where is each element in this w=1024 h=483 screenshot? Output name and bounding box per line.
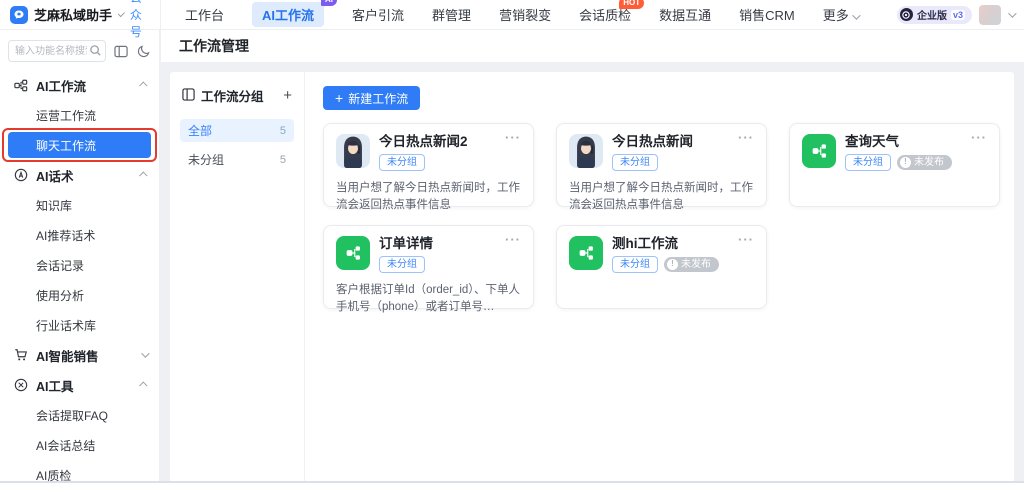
- sidebar-item-usage-analysis[interactable]: 使用分析: [0, 280, 159, 310]
- brand[interactable]: 芝麻私域助手 公众号: [0, 0, 160, 40]
- card-description: 当用户想了解今日热点新闻时，工作流会返回热点事件信息: [336, 180, 521, 215]
- group-badge: 未分组: [379, 256, 425, 273]
- nav-item-customer-acquisition[interactable]: 客户引流: [352, 5, 404, 24]
- workflow-avatar-image: [336, 134, 370, 168]
- card-menu-icon[interactable]: ···: [505, 130, 521, 145]
- sidebar-item-knowledge-base[interactable]: 知识库: [0, 190, 159, 220]
- group-count: 5: [280, 125, 286, 137]
- workflow-groups-panel: 工作流分组 + 全部 5 未分组 5: [170, 72, 305, 483]
- cart-icon: [14, 348, 28, 362]
- sidebar-section-ai-workflow[interactable]: AI工作流: [0, 70, 159, 100]
- tools-icon: [14, 378, 28, 392]
- main-nav: 工作台 AI工作流AI 客户引流 群管理 营销裂变 会话质检HOT 数据互通 销…: [160, 0, 858, 30]
- groups-title: 工作流分组: [201, 86, 277, 105]
- plan-badge[interactable]: 企业版 v3: [897, 6, 972, 24]
- workflow-cards-area: + 新建工作流 今日热点新闻2 未分组 ··· 当: [305, 72, 1014, 483]
- nav-item-workbench[interactable]: 工作台: [185, 5, 224, 24]
- exclamation-icon: !: [900, 157, 911, 168]
- app-title: 芝麻私域助手: [34, 5, 112, 24]
- workflow-node-icon: [569, 236, 603, 270]
- group-count: 5: [280, 154, 286, 166]
- workflow-panel: 工作流分组 + 全部 5 未分组 5 + 新建工作流 今: [170, 72, 1014, 483]
- collapse-sidebar-icon[interactable]: [114, 45, 129, 58]
- nav-item-marketing-fission[interactable]: 营销裂变: [499, 5, 551, 24]
- exclamation-icon: !: [667, 259, 678, 270]
- nav-item-sales-crm[interactable]: 销售CRM: [739, 5, 795, 24]
- sidebar-section-ai-smart-sales[interactable]: AI智能销售: [0, 340, 159, 370]
- plan-logo-icon: [900, 8, 913, 21]
- script-a-icon: [14, 168, 28, 182]
- nav-item-data-exchange[interactable]: 数据互通: [659, 5, 711, 24]
- chevron-down-icon: [853, 11, 861, 19]
- card-description: 当用户想了解今日热点新闻时，工作流会返回热点事件信息: [569, 180, 754, 215]
- sidebar-item-ai-recommended-scripts[interactable]: AI推荐话术: [0, 220, 159, 250]
- create-workflow-button[interactable]: + 新建工作流: [323, 86, 420, 110]
- group-badge: 未分组: [845, 154, 891, 171]
- workflow-node-icon: [336, 236, 370, 270]
- card-title: 今日热点新闻: [612, 134, 693, 150]
- topbar: 芝麻私域助手 公众号 工作台 AI工作流AI 客户引流 群管理 营销裂变 会话质…: [0, 0, 1024, 30]
- workflow-node-icon: [802, 134, 836, 168]
- group-item-all[interactable]: 全部 5: [180, 119, 294, 142]
- nav-item-conversation-qc[interactable]: 会话质检HOT: [579, 5, 631, 24]
- sidebar-item-conversation-records[interactable]: 会话记录: [0, 250, 159, 280]
- workflow-card[interactable]: 今日热点新闻 未分组 ··· 当用户想了解今日热点新闻时，工作流会返回热点事件信…: [556, 123, 767, 207]
- workflow-card[interactable]: 查询天气 未分组 !未发布 ···: [789, 123, 1000, 207]
- nav-item-ai-workflow[interactable]: AI工作流AI: [252, 2, 324, 27]
- workflow-card[interactable]: 今日热点新闻2 未分组 ··· 当用户想了解今日热点新闻时，工作流会返回热点事件…: [323, 123, 534, 207]
- topbar-right: 企业版 v3: [897, 5, 1024, 25]
- ai-badge: AI: [321, 0, 337, 6]
- workflow-card[interactable]: 测hi工作流 未分组 !未发布 ···: [556, 225, 767, 309]
- add-group-button[interactable]: +: [283, 88, 292, 103]
- sidebar-item-chat-workflow[interactable]: 聊天工作流: [8, 132, 151, 158]
- nav-item-group-management[interactable]: 群管理: [432, 5, 471, 24]
- groups-grid-icon: [182, 88, 195, 104]
- card-menu-icon[interactable]: ···: [505, 232, 521, 247]
- unpublished-badge: !未发布: [664, 257, 719, 272]
- chevron-down-icon[interactable]: [1008, 9, 1016, 17]
- unpublished-badge: !未发布: [897, 155, 952, 170]
- plus-icon: +: [335, 91, 343, 105]
- sidebar-section-ai-tools[interactable]: AI工具: [0, 370, 159, 400]
- workflow-avatar-image: [569, 134, 603, 168]
- sidebar-item-faq-extraction[interactable]: 会话提取FAQ: [0, 400, 159, 430]
- groups-header: 工作流分组 +: [180, 86, 294, 105]
- avatar[interactable]: [979, 5, 1001, 25]
- sidebar-search: [8, 40, 106, 62]
- sidebar-item-ai-quality-check[interactable]: AI质检: [0, 460, 159, 483]
- card-menu-icon[interactable]: ···: [971, 130, 987, 145]
- workflow-icon: [14, 79, 28, 92]
- sidebar: AI工作流 运营工作流 聊天工作流 AI话术 知识库 AI推荐话术 会话记录 使…: [0, 30, 160, 481]
- workflow-card[interactable]: 订单详情 未分组 ··· 客户根据订单Id（order_id）、下单人手机号（p…: [323, 225, 534, 309]
- dark-mode-icon[interactable]: [137, 44, 151, 58]
- sidebar-item-chat-workflow-wrap: 聊天工作流: [0, 130, 159, 160]
- sidebar-item-operation-workflow[interactable]: 运营工作流: [0, 100, 159, 130]
- app-logo-icon: [10, 6, 28, 24]
- sidebar-item-ai-conversation-summary[interactable]: AI会话总结: [0, 430, 159, 460]
- chevron-down-icon: [141, 349, 149, 357]
- workflow-cards-grid: 今日热点新闻2 未分组 ··· 当用户想了解今日热点新闻时，工作流会返回热点事件…: [323, 123, 1000, 309]
- sidebar-item-industry-script-library[interactable]: 行业话术库: [0, 310, 159, 340]
- page-header: 工作流管理: [161, 30, 1024, 62]
- group-badge: 未分组: [612, 256, 658, 273]
- nav-item-more[interactable]: 更多: [823, 5, 859, 24]
- chevron-down-icon: [118, 10, 125, 17]
- card-title: 今日热点新闻2: [379, 134, 468, 150]
- card-menu-icon[interactable]: ···: [738, 232, 754, 247]
- plan-version: v3: [951, 10, 965, 20]
- page-title: 工作流管理: [179, 36, 249, 56]
- search-icon: [89, 44, 102, 60]
- card-description: 客户根据订单Id（order_id）、下单人手机号（phone）或者订单号（or…: [336, 282, 521, 317]
- account-type-link[interactable]: 公众号: [130, 0, 150, 40]
- card-title: 测hi工作流: [612, 236, 719, 252]
- hot-badge: HOT: [619, 0, 644, 9]
- group-badge: 未分组: [612, 154, 658, 171]
- sidebar-menu: AI工作流 运营工作流 聊天工作流 AI话术 知识库 AI推荐话术 会话记录 使…: [0, 70, 159, 483]
- group-item-ungrouped[interactable]: 未分组 5: [180, 148, 294, 171]
- card-title: 查询天气: [845, 134, 952, 150]
- sidebar-section-ai-scripts[interactable]: AI话术: [0, 160, 159, 190]
- group-badge: 未分组: [379, 154, 425, 171]
- card-title: 订单详情: [379, 236, 433, 252]
- card-menu-icon[interactable]: ···: [738, 130, 754, 145]
